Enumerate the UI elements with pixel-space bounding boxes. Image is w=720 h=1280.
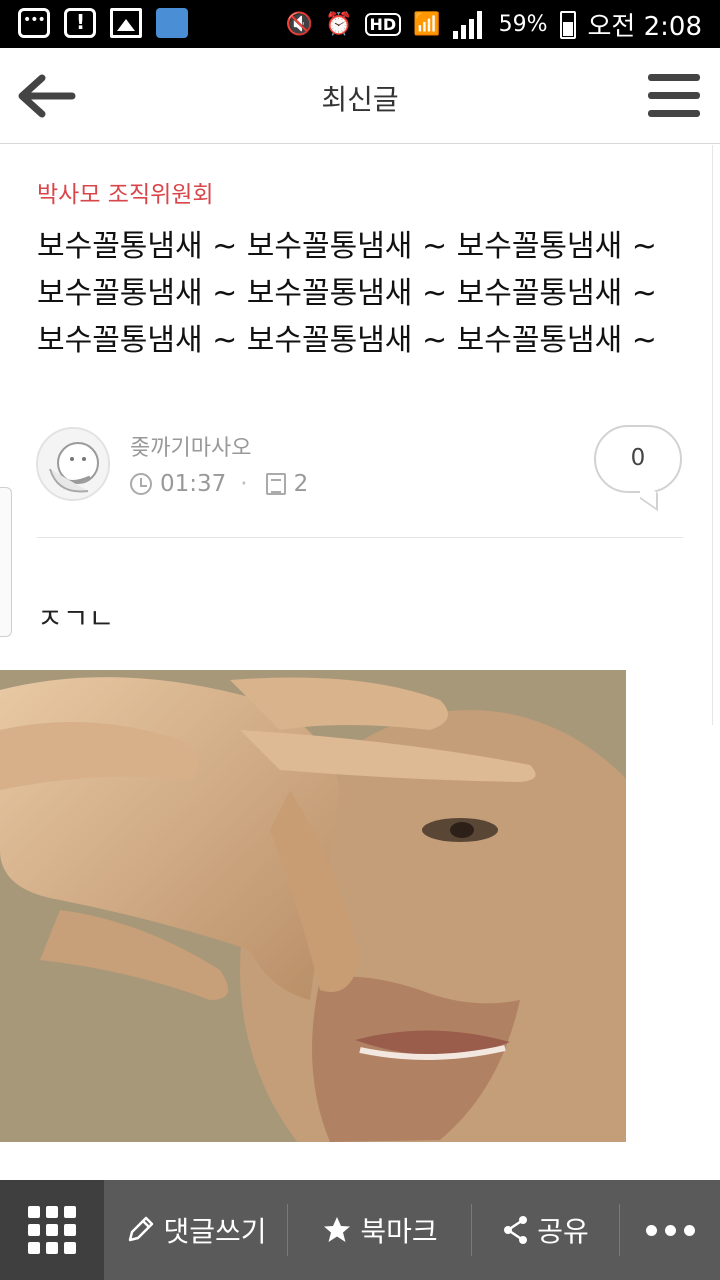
app-notification-icon [156,8,188,38]
bookmark-button[interactable]: 북마크 [288,1180,472,1280]
grid-icon [28,1206,76,1254]
status-bar: 🔇 ⏰ HD 📶 59% 오전 2:08 [0,0,720,48]
hamburger-menu-icon [648,74,700,81]
pencil-icon [129,1216,154,1242]
views-icon [265,473,286,495]
more-dots-icon [645,1224,657,1236]
chat-notification-icon [18,8,50,38]
view-count: 2 [293,471,309,497]
page-title: 최신글 [321,83,399,116]
post-category[interactable]: 박사모 조직위원회 [37,175,214,209]
share-label: 공유 [537,1215,589,1248]
more-button[interactable] [620,1180,720,1280]
wifi-icon: 📶 [413,12,441,37]
author-avatar[interactable] [36,427,110,501]
post-content[interactable]: 박사모 조직위원회 보수꼴통냄새 ~ 보수꼴통냄새 ~ 보수꼴통냄새 ~ 보수꼴… [0,145,720,1180]
alert-notification-icon [64,8,96,38]
star-icon [324,1217,351,1242]
battery-percent: 59% [498,12,548,37]
post-photo [0,670,626,1142]
grid-menu-button[interactable] [0,1180,104,1280]
side-drawer-handle[interactable] [0,487,12,637]
hd-voice-icon: HD [364,13,402,36]
share-icon [504,1216,528,1244]
author-name[interactable]: 좆까기마사오 [130,430,251,462]
post-time: 01:37 [160,471,227,497]
post-meta: 01:37 · 2 [130,471,308,497]
comment-count-button[interactable]: 0 [594,425,682,493]
scrollbar-track[interactable] [712,145,720,725]
signal-icon [452,10,487,39]
bookmark-label: 북마크 [360,1215,438,1248]
image-notification-icon [110,8,142,38]
post-image[interactable] [0,670,626,1142]
alarm-icon: ⏰ [325,12,353,37]
meta-separator: · [240,471,248,497]
bottom-toolbar: 댓글쓰기 북마크 공유 [0,1180,720,1280]
post-title: 보수꼴통냄새 ~ 보수꼴통냄새 ~ 보수꼴통냄새 ~ 보수꼴통냄새 ~ 보수꼴통… [37,229,657,358]
menu-button[interactable] [648,72,700,120]
divider [37,537,683,538]
avatar-icon [38,429,108,499]
share-button[interactable]: 공유 [472,1180,620,1280]
clock: 오전 2:08 [587,12,703,42]
battery-icon [559,10,576,39]
post-body-text: ㅈㄱㄴ [37,602,115,627]
clock-icon [130,473,152,495]
write-comment-label: 댓글쓰기 [163,1215,267,1248]
mute-icon: 🔇 [285,12,314,37]
write-comment-button[interactable]: 댓글쓰기 [104,1180,288,1280]
app-header: 최신글 [0,48,720,144]
